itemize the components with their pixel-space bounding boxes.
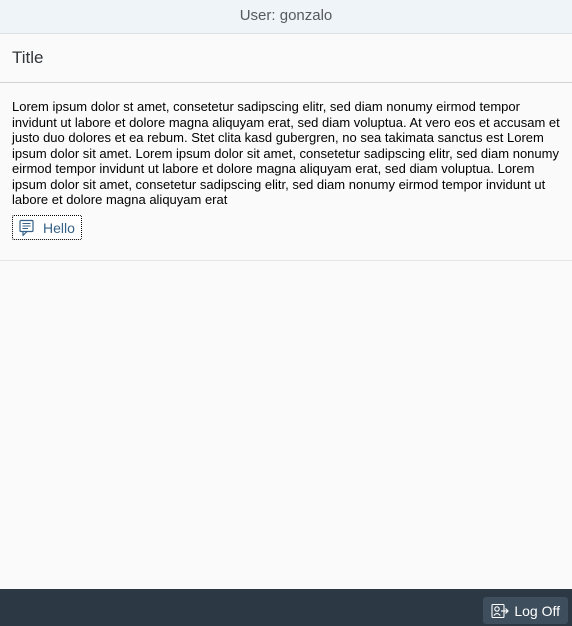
- shell-footer: Log Off: [0, 589, 572, 626]
- page-title: Title: [12, 48, 44, 67]
- log-off-label: Log Off: [514, 602, 560, 619]
- hello-button-label: Hello: [43, 219, 75, 236]
- page-content: Lorem ipsum dolor st amet, consetetur sa…: [0, 83, 572, 261]
- app-shell: User: gonzalo Title Lorem ipsum dolor st…: [0, 0, 572, 626]
- user-name-label: User: gonzalo: [239, 7, 333, 24]
- log-off-button[interactable]: Log Off: [483, 597, 568, 624]
- shell-header: User: gonzalo: [0, 0, 572, 34]
- message-popup-icon: [17, 219, 37, 237]
- body-text: Lorem ipsum dolor st amet, consetetur sa…: [12, 99, 560, 207]
- page-header: Title: [0, 34, 572, 83]
- hello-button[interactable]: Hello: [12, 215, 82, 240]
- log-off-icon: [491, 603, 510, 619]
